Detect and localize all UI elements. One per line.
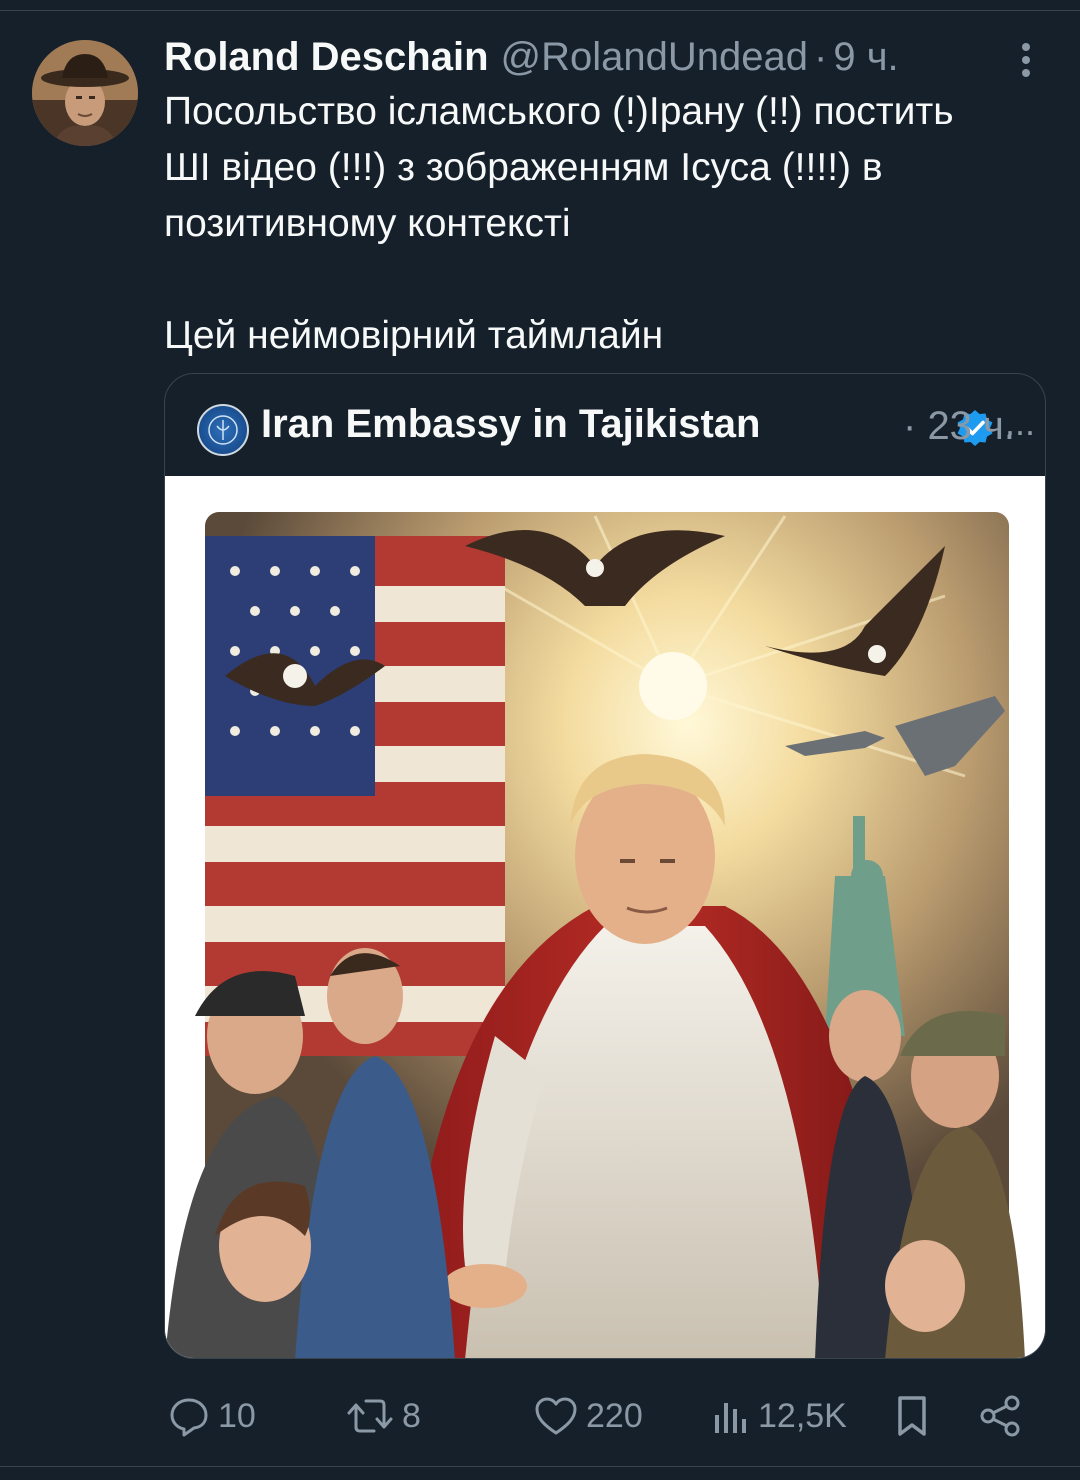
author-avatar[interactable] [32, 40, 138, 146]
like-count: 220 [586, 1396, 643, 1435]
header-separator: · [814, 34, 828, 79]
tweet-page: Roland Deschain @RolandUndead · 9 ч. Пос… [0, 0, 1080, 1480]
quoted-author-name[interactable]: Iran Embassy in Tajikistan [261, 402, 760, 447]
repost-icon [347, 1399, 393, 1433]
views-icon [715, 1403, 746, 1433]
quoted-author-avatar[interactable] [197, 404, 249, 456]
heart-icon [535, 1397, 577, 1435]
quoted-tweet-card[interactable]: Iran Embassy in Tajikistan ... · 23 ч. [164, 373, 1046, 1359]
reply-count: 10 [218, 1396, 256, 1435]
tweet-timestamp[interactable]: 9 ч. [833, 35, 898, 80]
share-button[interactable] [978, 1388, 1024, 1444]
bookmark-button[interactable] [892, 1388, 932, 1444]
tweet-action-bar: 10 8 220 12,5K [0, 1388, 1080, 1444]
repost-count: 8 [402, 1396, 421, 1435]
quoted-video[interactable] [165, 476, 1045, 1358]
avatar-image [32, 40, 138, 146]
top-divider [0, 10, 1080, 11]
more-options-button[interactable] [1008, 40, 1044, 80]
reply-icon [170, 1398, 208, 1437]
repost-button[interactable]: 8 [346, 1388, 421, 1444]
tweet-text-line: позитивному контексті [164, 202, 571, 245]
tweet-text-line: Посольство ісламського (!)Ірану (!!) пос… [164, 90, 954, 133]
video-frame-image [165, 476, 1045, 1358]
views-button[interactable]: 12,5K [712, 1388, 847, 1444]
quoted-time-value: 23 ч. [927, 404, 1015, 448]
tweet-text-line: ШІ відео (!!!) з зображенням Ісуса (!!!!… [164, 146, 883, 189]
reply-button[interactable]: 10 [168, 1388, 256, 1444]
quoted-time-separator: · [902, 404, 917, 448]
author-handle[interactable]: @RolandUndead [501, 35, 808, 80]
share-icon [980, 1395, 1020, 1437]
more-vertical-icon [1022, 43, 1030, 77]
bookmark-icon [898, 1396, 926, 1436]
bottom-divider [0, 1466, 1080, 1467]
like-button[interactable]: 220 [534, 1388, 643, 1444]
tweet-text: Посольство ісламського (!)Ірану (!!) пос… [164, 84, 1044, 364]
quoted-tweet-header: Iran Embassy in Tajikistan ... · 23 ч. [165, 374, 1045, 476]
author-display-name[interactable]: Roland Deschain [164, 35, 489, 80]
tweet-header: Roland Deschain @RolandUndead · 9 ч. [164, 32, 964, 82]
quoted-tweet-timestamp[interactable]: · 23 ч. [903, 404, 1015, 449]
tweet-text-line: Цей неймовірний таймлайн [164, 314, 664, 357]
views-count: 12,5K [758, 1396, 847, 1435]
emblem-icon [208, 415, 238, 445]
